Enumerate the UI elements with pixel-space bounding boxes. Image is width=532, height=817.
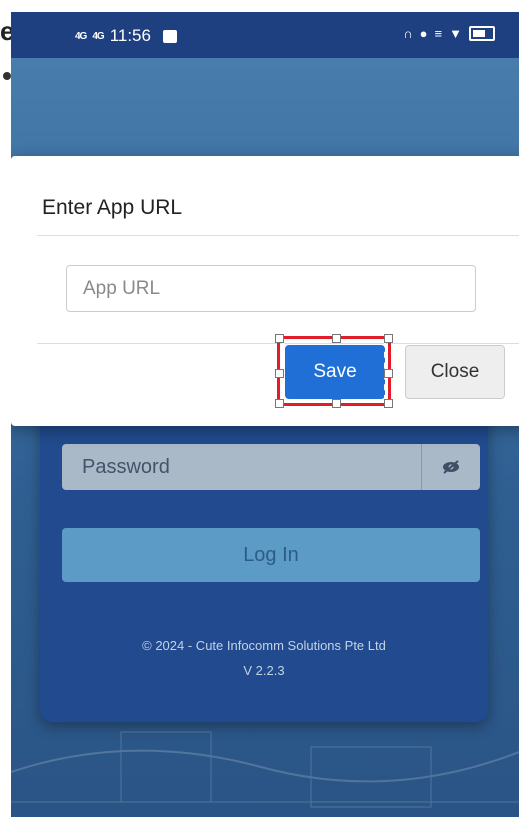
- selection-handle-ml: [275, 369, 284, 378]
- status-right: ∩ ● ≡ ▼: [403, 26, 495, 41]
- image-icon: [162, 29, 177, 43]
- save-button[interactable]: Save: [285, 345, 385, 399]
- stray-dot: [3, 72, 11, 80]
- status-bar: 4G 4G 11:56 ∩ ● ≡ ▼: [11, 12, 519, 58]
- close-button[interactable]: Close: [405, 345, 505, 399]
- headset-icon: ∩: [403, 26, 413, 41]
- selection-handle-mr: [384, 369, 393, 378]
- app-url-dialog: Enter App URL Save Close: [11, 156, 519, 426]
- dialog-divider-top: [37, 235, 519, 236]
- eye-slash-icon[interactable]: [421, 444, 480, 490]
- wifi-icon: ▼: [449, 26, 462, 41]
- vibrate-icon: ≡: [434, 26, 443, 41]
- phone-screen: 4G 4G 11:56 ∩ ● ≡ ▼ Password Log In © 20…: [11, 12, 519, 817]
- password-placeholder: Password: [82, 456, 170, 478]
- battery-icon: [469, 26, 495, 41]
- dialog-divider-bottom: [37, 343, 519, 344]
- signal-icon: 4G: [75, 30, 87, 42]
- login-card: Password Log In © 2024 - Cute Infocomm S…: [40, 406, 488, 722]
- alarm-icon: ●: [419, 26, 428, 41]
- app-url-input[interactable]: [66, 265, 476, 312]
- signal-icon-2: 4G: [92, 30, 104, 42]
- copyright-text: © 2024 - Cute Infocomm Solutions Pte Ltd: [142, 638, 386, 653]
- password-field[interactable]: Password: [62, 444, 480, 490]
- background-illustration: [11, 731, 519, 808]
- login-button[interactable]: Log In: [62, 528, 480, 582]
- selection-handle-tm: [332, 334, 341, 343]
- eye-slash-icon-svg: [443, 460, 459, 474]
- selection-handle-tr: [384, 334, 393, 343]
- selection-handle-bm: [332, 399, 341, 408]
- version-text: V 2.2.3: [243, 663, 285, 678]
- screenshot-canvas: e 4G 4G 11:56 ∩ ● ≡ ▼ Password Log In © …: [0, 0, 532, 817]
- selection-handle-bl: [275, 399, 284, 408]
- selection-handle-br: [384, 399, 393, 408]
- status-left: 4G 4G 11:56: [75, 26, 177, 46]
- status-time: 11:56: [109, 26, 151, 45]
- selection-handle-tl: [275, 334, 284, 343]
- dialog-title: Enter App URL: [42, 196, 183, 219]
